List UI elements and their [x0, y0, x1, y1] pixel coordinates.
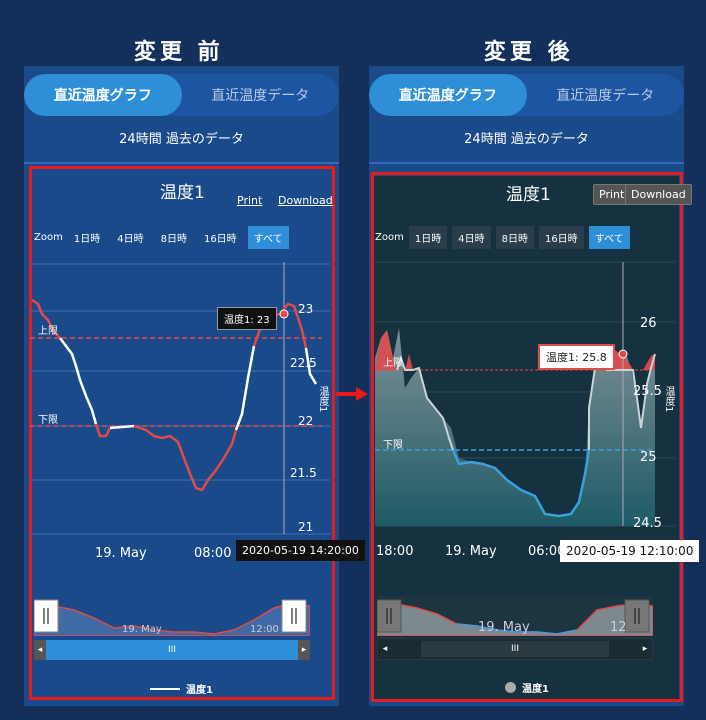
tab-recent-graph[interactable]: 直近温度グラフ [24, 74, 182, 116]
after-plot [375, 261, 675, 527]
download-button[interactable]: Download [625, 184, 692, 205]
y-tick-label: 24.5 [633, 516, 662, 531]
zoom-bar: Zoom 1日時 4日時 8日時 16日時 すべて [34, 226, 289, 249]
legend[interactable]: 温度1 [150, 681, 213, 696]
y-tick-label: 25 [640, 450, 657, 465]
x-tick-label: 08:00 [194, 546, 232, 561]
zoom-8d-button[interactable]: 8日時 [495, 226, 534, 249]
tab-recent-graph[interactable]: 直近温度グラフ [369, 74, 527, 116]
legend-dot-icon [505, 682, 516, 693]
zoom-all-button[interactable]: すべて [247, 226, 289, 249]
tooltip: 温度1: 25.8 [538, 344, 615, 370]
legend[interactable]: 温度1 [505, 680, 549, 695]
legend-line-icon [150, 687, 180, 690]
legend-label: 温度1 [186, 685, 213, 696]
arrow-icon [336, 387, 368, 401]
print-button[interactable]: Print [237, 194, 262, 207]
y-axis-title: 温度1 [663, 386, 674, 413]
zoom-16d-button[interactable]: 16日時 [198, 226, 243, 249]
y-tick-label: 26 [640, 316, 657, 331]
zoom-bar: Zoom 1日時 4日時 8日時 16日時 すべて [375, 226, 630, 249]
navigator-label: 12 [610, 620, 627, 635]
upper-limit-label: 上限 [383, 358, 403, 369]
temp-line-white [234, 345, 256, 431]
zoom-16d-button[interactable]: 16日時 [538, 226, 584, 249]
after-heading: 変更 後 [484, 40, 574, 65]
zoom-1d-button[interactable]: 1日時 [68, 226, 106, 249]
subtitle: 24時間 過去のデータ [119, 132, 244, 147]
zoom-8d-button[interactable]: 8日時 [155, 226, 193, 249]
tooltip: 温度1: 23 [217, 307, 277, 330]
zoom-label: Zoom [375, 232, 404, 243]
temp-line-white [59, 337, 98, 425]
chart-title: 温度1 [160, 183, 205, 203]
crosshair-time-label: 2020-05-19 12:10:00 [560, 540, 700, 562]
hover-point [618, 349, 628, 359]
x-tick-label: 19. May [445, 544, 497, 559]
legend-label: 温度1 [522, 684, 549, 695]
scroll-left-icon[interactable]: ◂ [378, 639, 392, 659]
zoom-4d-button[interactable]: 4日時 [452, 226, 491, 249]
x-tick-label: 19. May [95, 546, 147, 561]
hover-point [279, 309, 289, 319]
before-tabs: 直近温度グラフ 直近温度データ [24, 74, 339, 116]
before-plot [30, 262, 330, 535]
before-heading: 変更 前 [134, 40, 224, 65]
scroll-thumb[interactable]: III [421, 641, 609, 657]
x-tick-label: 18:00 [376, 544, 414, 559]
navigator-left-handle[interactable] [34, 599, 59, 633]
divider [24, 162, 339, 164]
after-scrollbar[interactable]: ◂ III ▸ [377, 638, 653, 660]
crosshair-time-label: 2020-05-19 14:20:00 [236, 540, 365, 561]
navigator-label: 19. May [478, 620, 530, 635]
navigator-right-handle[interactable] [281, 599, 307, 633]
y-axis-title: 温度1 [317, 386, 328, 413]
navigator-label: 12:00 [250, 624, 279, 635]
zoom-label: Zoom [34, 232, 63, 243]
divider [369, 162, 684, 164]
before-scrollbar[interactable]: ◂ III ▸ [34, 640, 310, 660]
navigator-label: 19. May [122, 624, 162, 635]
download-button[interactable]: Download [278, 194, 333, 207]
chart-title: 温度1 [506, 185, 551, 205]
navigator-left-handle[interactable] [377, 599, 402, 633]
lower-limit-label: 下限 [383, 440, 403, 451]
y-tick-label: 21.5 [290, 466, 317, 480]
zoom-all-button[interactable]: すべて [588, 226, 630, 249]
tab-recent-data[interactable]: 直近温度データ [527, 74, 685, 116]
scroll-thumb[interactable]: III [168, 645, 176, 655]
tab-recent-data[interactable]: 直近温度データ [182, 74, 340, 116]
y-tick-label: 22 [298, 414, 314, 428]
upper-limit-label: 上限 [38, 326, 58, 337]
zoom-4d-button[interactable]: 4日時 [111, 226, 149, 249]
zoom-1d-button[interactable]: 1日時 [408, 226, 448, 249]
above-limit-area [405, 354, 413, 370]
navigator-right-handle[interactable] [624, 599, 650, 633]
y-tick-label: 22.5 [290, 356, 317, 370]
scroll-right-icon[interactable]: ▸ [638, 639, 652, 659]
y-tick-label: 25.5 [633, 384, 662, 399]
scroll-left-icon[interactable]: ◂ [34, 640, 46, 660]
lower-limit-label: 下限 [38, 415, 58, 426]
after-tabs: 直近温度グラフ 直近温度データ [369, 74, 684, 116]
subtitle: 24時間 過去のデータ [464, 132, 589, 147]
scroll-right-icon[interactable]: ▸ [298, 640, 310, 660]
y-tick-label: 23 [298, 302, 314, 316]
y-tick-label: 21 [298, 520, 314, 534]
